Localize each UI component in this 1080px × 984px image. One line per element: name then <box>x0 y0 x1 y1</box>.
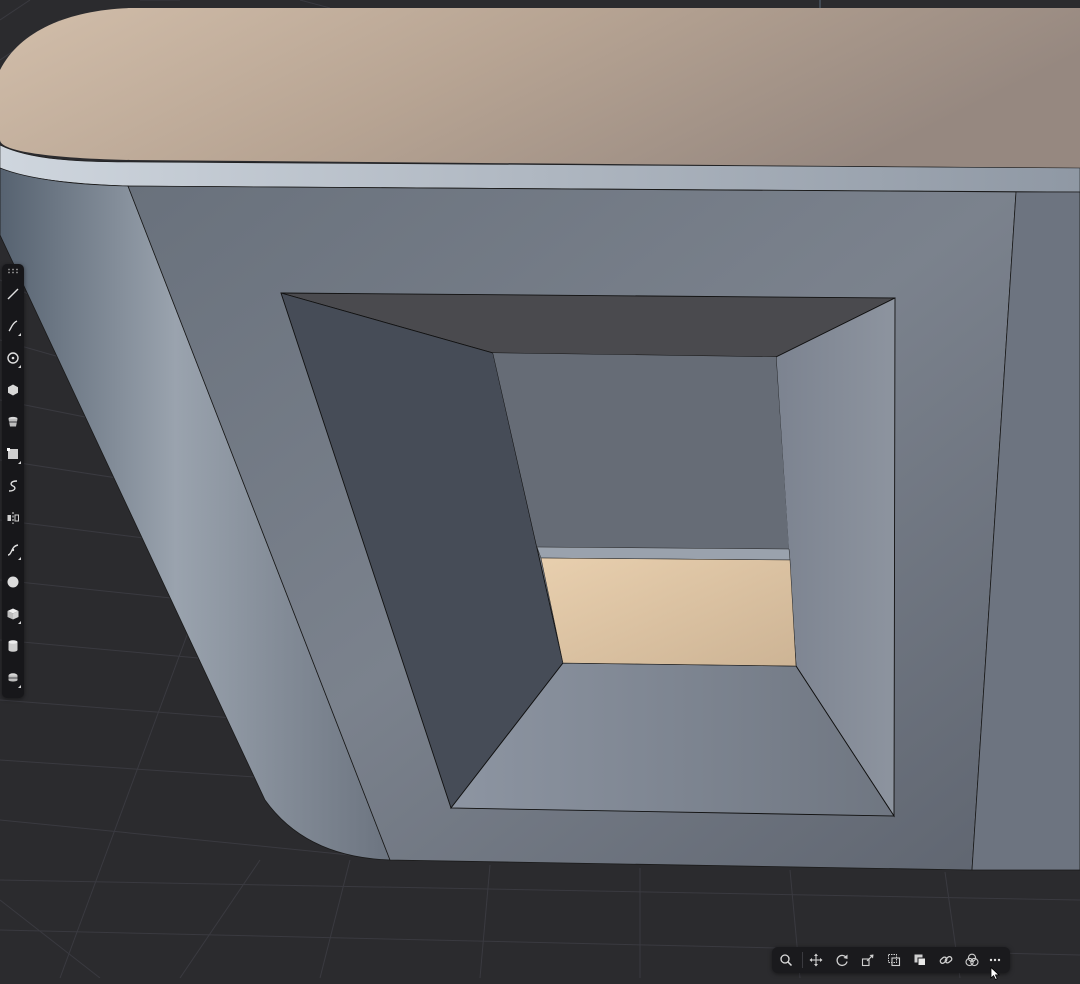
move-button[interactable] <box>805 948 827 972</box>
sphere-tool[interactable] <box>3 570 23 594</box>
copy-stack-icon <box>914 954 926 966</box>
rotate-icon <box>836 954 848 967</box>
zoom-button[interactable] <box>775 948 797 972</box>
bucket-icon <box>8 673 18 682</box>
boolean-circles-icon <box>965 953 979 967</box>
link-icon <box>939 956 953 964</box>
freehand-curve-tool[interactable] <box>3 474 23 498</box>
arc-tool[interactable] <box>3 314 23 338</box>
opening-inner-floor[interactable] <box>540 557 797 667</box>
move-arrows-icon <box>809 953 823 967</box>
rotate-button[interactable] <box>831 948 853 972</box>
mirror-icon <box>7 512 19 524</box>
link-button[interactable] <box>935 948 957 972</box>
magnifier-icon <box>780 954 793 967</box>
boolean-button[interactable] <box>961 948 983 972</box>
tool-palette <box>2 264 24 698</box>
bottom-toolbar <box>772 947 1010 973</box>
cylinder-tool[interactable] <box>3 634 23 658</box>
arc-icon <box>8 320 18 332</box>
sphere-icon <box>7 576 19 588</box>
rectangle-tool[interactable] <box>3 442 23 466</box>
polygon-tool[interactable] <box>3 378 23 402</box>
circle-icon <box>7 352 19 364</box>
s-curve-icon <box>8 480 18 492</box>
line-icon <box>7 288 19 300</box>
rectangle-icon <box>7 448 18 459</box>
spline-icon <box>7 544 19 556</box>
spline-tool[interactable] <box>3 538 23 562</box>
cup-icon <box>8 416 18 427</box>
scene-canvas[interactable] <box>0 0 1080 978</box>
line-tool[interactable] <box>3 282 23 306</box>
mouse-cursor-icon <box>990 965 1001 984</box>
duplicate-button[interactable] <box>883 948 905 972</box>
scale-button[interactable] <box>857 948 879 972</box>
cylinder-icon <box>8 640 18 652</box>
box-tool[interactable] <box>3 602 23 626</box>
cube-icon <box>7 608 19 620</box>
opening-back-wall[interactable] <box>493 353 789 549</box>
scale-icon <box>861 954 874 967</box>
3d-viewport[interactable] <box>0 0 1080 978</box>
mirror-tool[interactable] <box>3 506 23 530</box>
duplicate-icon <box>888 954 901 967</box>
grip-dots-icon[interactable] <box>2 264 24 278</box>
hexagon-icon <box>8 384 18 396</box>
model-top-face[interactable] <box>0 8 1080 168</box>
cylinder-profile-tool[interactable] <box>3 410 23 434</box>
circle-tool[interactable] <box>3 346 23 370</box>
material-tool[interactable] <box>3 666 23 690</box>
toolbar-divider <box>802 952 803 968</box>
copy-button[interactable] <box>909 948 931 972</box>
